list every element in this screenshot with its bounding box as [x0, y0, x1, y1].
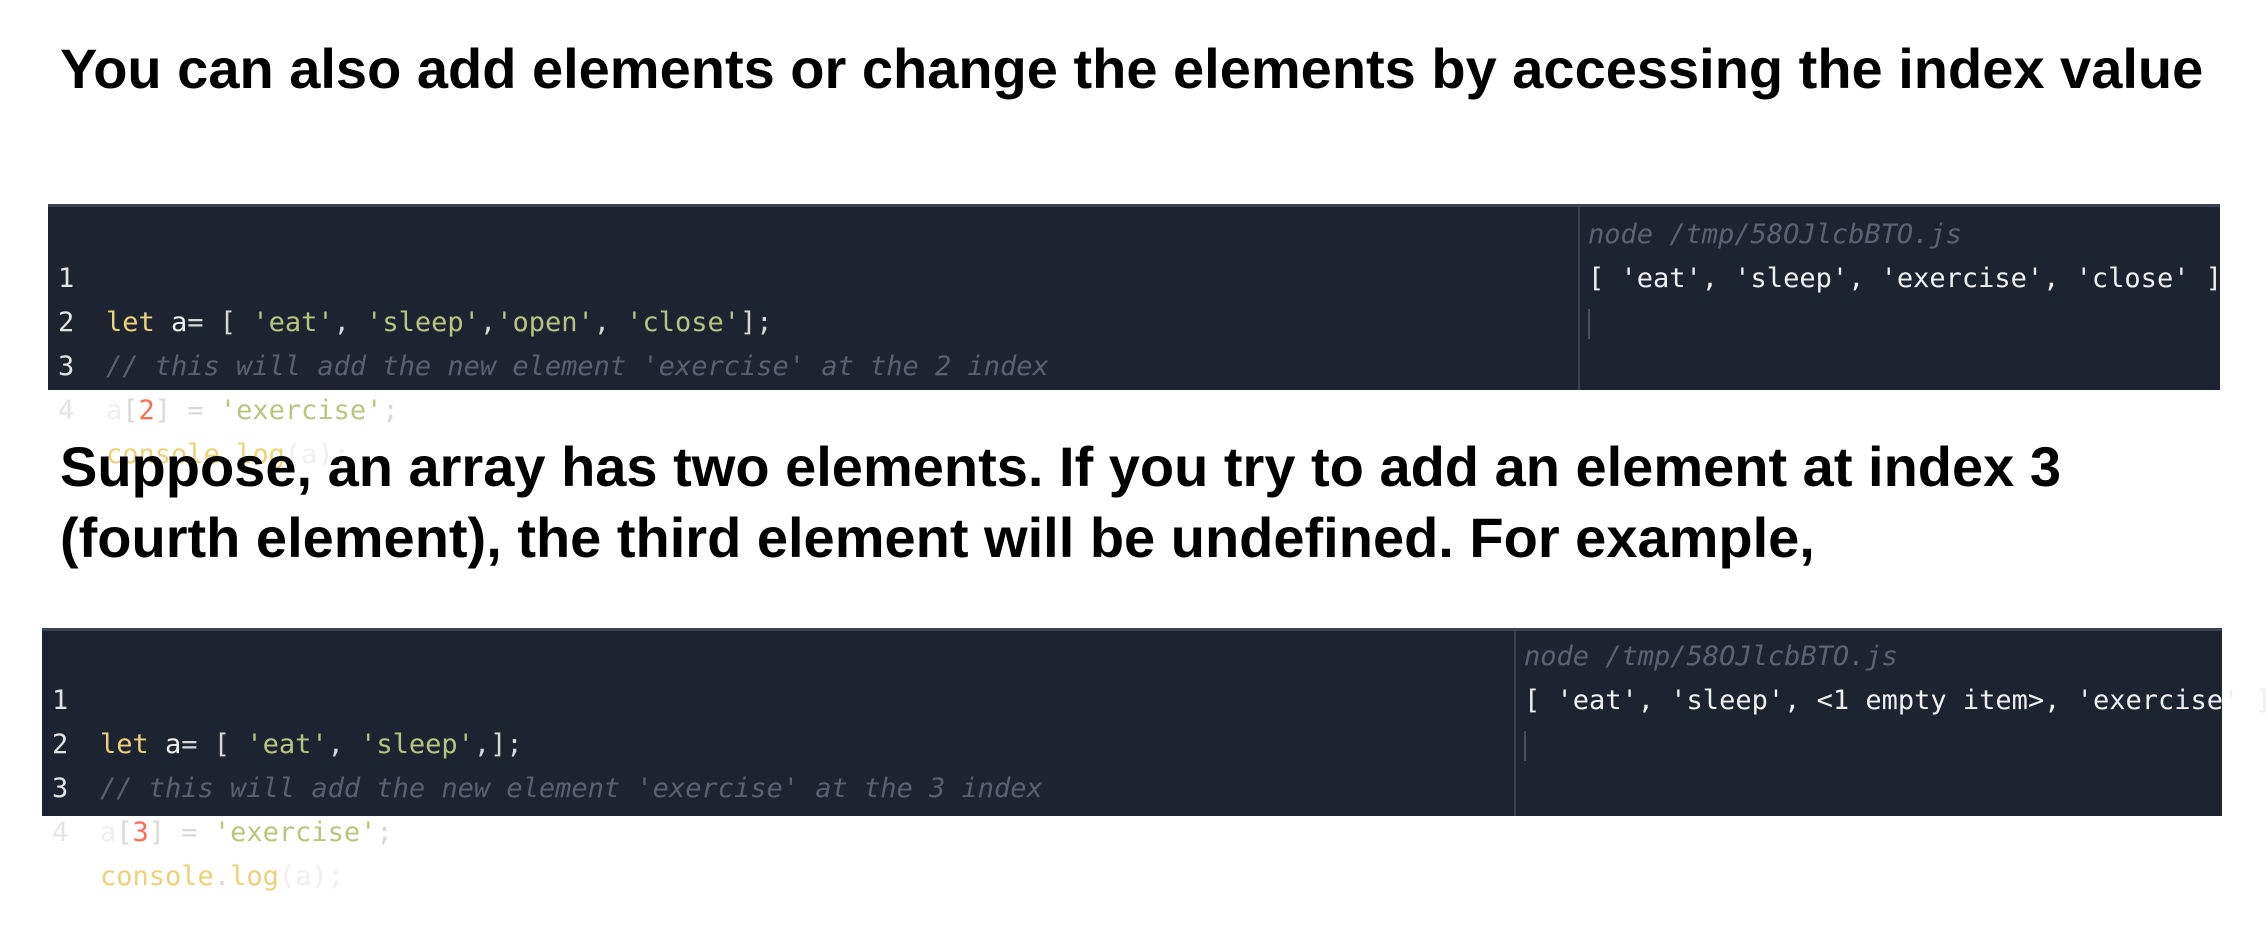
section-heading-2: Suppose, an array has two elements. If y… [60, 435, 2061, 569]
code-text: a[2] = 'exercise'; [106, 395, 399, 426]
terminal-cursor [1588, 309, 1590, 339]
code-line: 2 // this will add the new element 'exer… [48, 257, 1578, 382]
code-text: console.log(a); [100, 861, 344, 892]
code-snippet-2: 1 let a= [ 'eat', 'sleep',]; 2 // this w… [42, 628, 2266, 892]
code-line: 3 a[3] = 'exercise'; [42, 723, 1514, 848]
code-line: 4 console.log(a); [48, 345, 1578, 470]
code-editor: 1 let a= [ 'eat', 'sleep','open', 'close… [48, 207, 1578, 470]
console-output: [ 'eat', 'sleep', <1 empty item>, 'exerc… [1524, 685, 2266, 716]
code-editor: 1 let a= [ 'eat', 'sleep',]; 2 // this w… [42, 631, 1514, 892]
terminal-cursor [1524, 731, 1526, 761]
line-number: 4 [52, 817, 69, 848]
code-line: 3 a[2] = 'exercise'; [48, 301, 1578, 426]
run-command: node /tmp/58OJlcbBTO.js [1588, 219, 1962, 250]
output-panel: node /tmp/58OJlcbBTO.js [ 'eat', 'sleep'… [1578, 207, 2222, 390]
code-line: 2 // this will add the new element 'exer… [42, 679, 1514, 804]
code-line: 1 let a= [ 'eat', 'sleep','open', 'close… [48, 213, 1578, 338]
code-snippet-1: 1 let a= [ 'eat', 'sleep','open', 'close… [48, 204, 2222, 470]
code-line: 4 console.log(a); [42, 767, 1514, 892]
section-heading-1: You can also add elements or change the … [60, 37, 2204, 100]
code-text: a[3] = 'exercise'; [100, 817, 393, 848]
code-line: 1 let a= [ 'eat', 'sleep',]; [42, 635, 1514, 760]
console-output: [ 'eat', 'sleep', 'exercise', 'close' ] [1588, 263, 2222, 294]
line-number: 4 [58, 395, 75, 426]
output-panel: node /tmp/58OJlcbBTO.js [ 'eat', 'sleep'… [1514, 631, 2266, 816]
run-command: node /tmp/58OJlcbBTO.js [1524, 641, 1898, 672]
